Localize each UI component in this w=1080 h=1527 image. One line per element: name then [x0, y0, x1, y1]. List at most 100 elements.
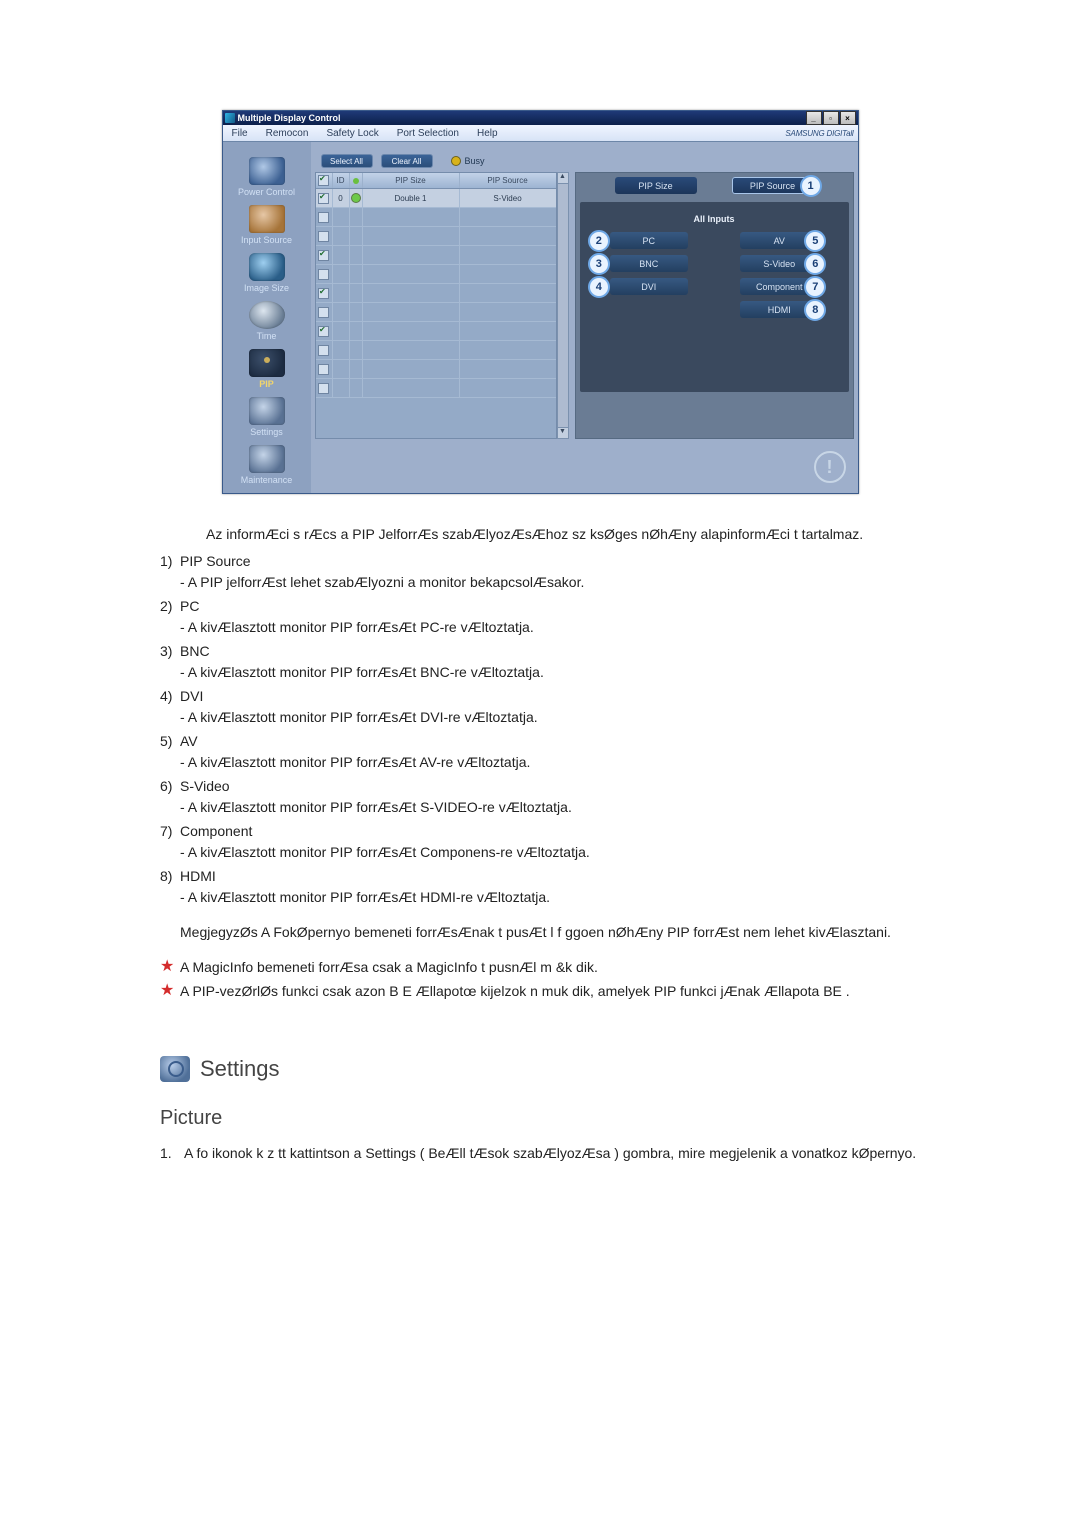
col-status	[350, 173, 363, 188]
header-checkbox[interactable]	[318, 175, 329, 186]
doc-body: Az informÆci s rÆcs a PIP JelforrÆs szab…	[160, 524, 920, 1164]
source-component-button[interactable]: Component 7	[740, 278, 818, 295]
sidebar-item-settings[interactable]: Settings	[223, 397, 311, 437]
row-checkbox[interactable]	[318, 307, 329, 318]
info-icon[interactable]: !	[814, 451, 846, 483]
row-checkbox[interactable]	[318, 231, 329, 242]
item-1: 1) PIP Source - A PIP jelforrÆst lehet s…	[160, 551, 920, 593]
footer-bar: !	[311, 447, 858, 493]
grid-row[interactable]	[316, 322, 556, 341]
row-checkbox[interactable]	[318, 212, 329, 223]
status-col-icon	[352, 177, 360, 185]
menu-file[interactable]: File	[223, 128, 257, 139]
source-bnc-button[interactable]: BNC 3	[610, 255, 688, 272]
row-id: 0	[333, 189, 350, 207]
main-area: Select All Clear All Busy ID	[311, 142, 858, 493]
tab-pip-size-label: PIP Size	[638, 181, 672, 191]
item-6: 6) S-Video - A kivÆlasztott monitor PIP …	[160, 776, 920, 818]
row-checkbox[interactable]	[318, 345, 329, 356]
display-grid: ID PIP Size PIP Source 0	[315, 172, 557, 439]
sidebar-label-settings: Settings	[223, 427, 311, 437]
source-area: All Inputs PC 2 AV 5	[580, 202, 849, 392]
sidebar-item-pip[interactable]: PIP	[223, 349, 311, 389]
row-checkbox[interactable]	[318, 193, 329, 204]
maintenance-icon	[249, 445, 285, 473]
row-checkbox[interactable]	[318, 383, 329, 394]
grid-row[interactable]	[316, 303, 556, 322]
control-panel: PIP Size PIP Source 1 All Inputs	[575, 172, 854, 439]
menu-remocon[interactable]: Remocon	[257, 128, 318, 139]
grid-row[interactable]	[316, 341, 556, 360]
col-id[interactable]: ID	[333, 173, 350, 188]
intro-text: Az informÆci s rÆcs a PIP JelforrÆs szab…	[206, 524, 920, 545]
menu-safety-lock[interactable]: Safety Lock	[317, 128, 387, 139]
row-checkbox[interactable]	[318, 326, 329, 337]
scroll-up-icon[interactable]: ▲	[557, 172, 569, 184]
menu-help[interactable]: Help	[468, 128, 507, 139]
sidebar-label-maintenance: Maintenance	[223, 475, 311, 485]
row-checkbox[interactable]	[318, 250, 329, 261]
badge-1: 1	[800, 175, 822, 197]
grid-row[interactable]	[316, 208, 556, 227]
grid-row[interactable]	[316, 227, 556, 246]
badge-7: 7	[804, 276, 826, 298]
settings-icon	[249, 397, 285, 425]
status-led-icon	[351, 193, 361, 203]
grid-header: ID PIP Size PIP Source	[316, 173, 556, 189]
picture-heading: Picture	[160, 1103, 920, 1133]
scroll-down-icon[interactable]: ▼	[557, 427, 569, 439]
grid-row[interactable]	[316, 246, 556, 265]
source-hdmi-button[interactable]: HDMI 8	[740, 301, 818, 318]
select-all-button[interactable]: Select All	[321, 154, 373, 168]
grid-row[interactable]	[316, 379, 556, 398]
brand-label: SAMSUNG DIGITall	[785, 129, 857, 138]
sidebar-item-maintenance[interactable]: Maintenance	[223, 445, 311, 485]
item-5: 5) AV - A kivÆlasztott monitor PIP forrÆ…	[160, 731, 920, 773]
sidebar-label-power: Power Control	[223, 187, 311, 197]
row-pip-source: S-Video	[460, 189, 556, 207]
grid-row[interactable]	[316, 360, 556, 379]
note-text: MegjegyzØs A FokØpernyo bemeneti forrÆsÆ…	[180, 922, 920, 943]
sidebar-item-power[interactable]: Power Control	[223, 157, 311, 197]
col-pip-size[interactable]: PIP Size	[363, 173, 460, 188]
col-pip-source[interactable]: PIP Source	[460, 173, 556, 188]
menu-port-selection[interactable]: Port Selection	[388, 128, 468, 139]
star-icon: ★	[160, 957, 174, 978]
grid-scrollbar[interactable]: ▲ ▼	[557, 172, 569, 439]
source-av-button[interactable]: AV 5	[740, 232, 818, 249]
app-icon	[225, 113, 235, 123]
grid-row[interactable]: 0 Double 1 S-Video	[316, 189, 556, 208]
tab-pip-size[interactable]: PIP Size	[615, 177, 697, 194]
badge-6: 6	[804, 253, 826, 275]
source-dvi-button[interactable]: DVI 4	[610, 278, 688, 295]
clear-all-button[interactable]: Clear All	[381, 154, 433, 168]
power-icon	[249, 157, 285, 185]
source-pc-button[interactable]: PC 2	[610, 232, 688, 249]
sidebar-item-image-size[interactable]: Image Size	[223, 253, 311, 293]
tab-pip-source[interactable]: PIP Source 1	[732, 177, 814, 194]
sidebar-item-input[interactable]: Input Source	[223, 205, 311, 245]
sidebar-label-pip: PIP	[223, 379, 311, 389]
settings-heading: Settings	[160, 1052, 920, 1085]
scroll-track[interactable]	[557, 184, 569, 427]
source-svideo-button[interactable]: S-Video 6	[740, 255, 818, 272]
sidebar-label-input: Input Source	[223, 235, 311, 245]
pip-icon	[249, 349, 285, 377]
item-2: 2) PC - A kivÆlasztott monitor PIP forrÆ…	[160, 596, 920, 638]
item-7: 7) Component - A kivÆlasztott monitor PI…	[160, 821, 920, 863]
row-checkbox[interactable]	[318, 269, 329, 280]
badge-2: 2	[588, 230, 610, 252]
close-button[interactable]: ×	[840, 111, 856, 125]
maximize-button[interactable]: ▫	[823, 111, 839, 125]
star-note-1: ★ A MagicInfo bemeneti forrÆsa csak a Ma…	[160, 957, 920, 978]
item-3: 3) BNC - A kivÆlasztott monitor PIP forr…	[160, 641, 920, 683]
row-checkbox[interactable]	[318, 288, 329, 299]
sidebar-item-time[interactable]: Time	[223, 301, 311, 341]
settings-heading-icon	[160, 1056, 190, 1082]
star-note-2: ★ A PIP-vezØrlØs funkci csak azon B E Æl…	[160, 981, 920, 1002]
grid-row[interactable]	[316, 265, 556, 284]
busy-dot-icon	[451, 156, 461, 166]
row-checkbox[interactable]	[318, 364, 329, 375]
minimize-button[interactable]: _	[806, 111, 822, 125]
grid-row[interactable]	[316, 284, 556, 303]
